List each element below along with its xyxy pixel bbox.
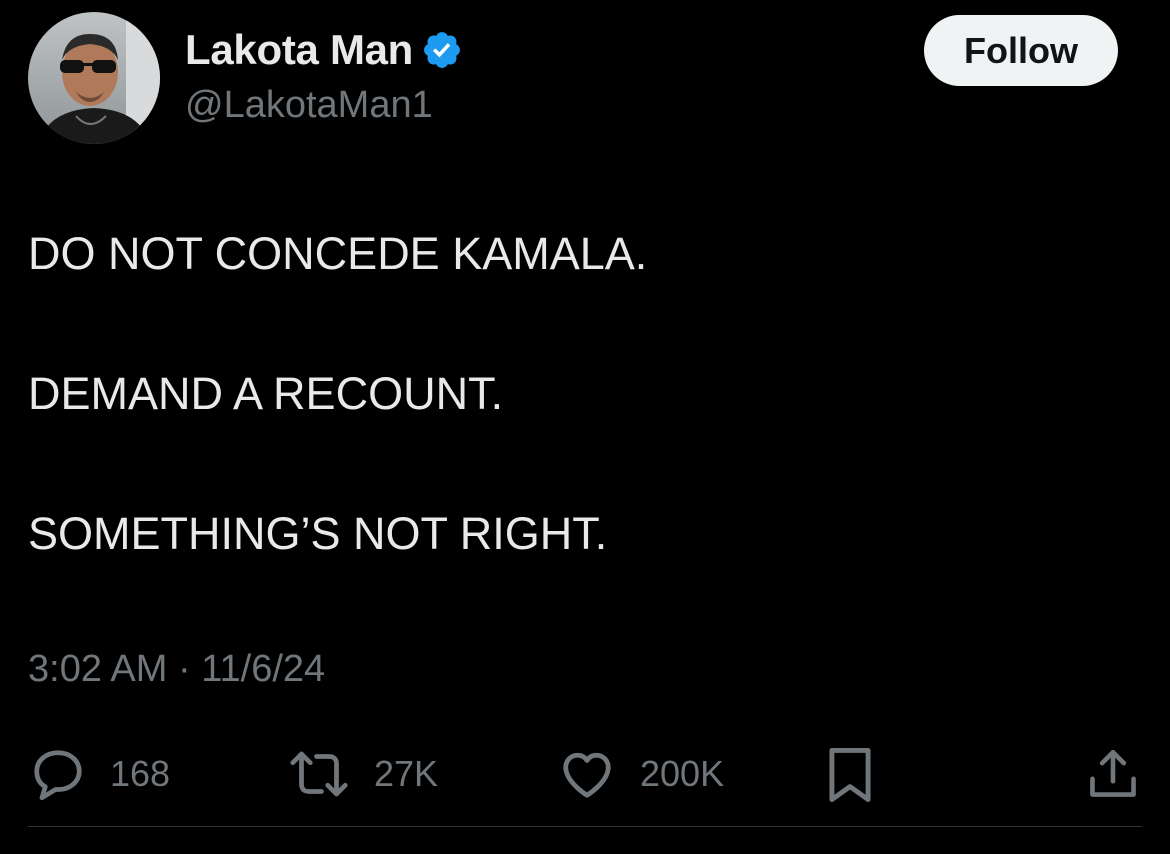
tweet-card: Lakota Man @LakotaMan1 Follow DO NOT CON… xyxy=(0,0,1170,854)
tweet-text-line: DEMAND A RECOUNT. xyxy=(28,368,504,419)
tweet-text-line: SOMETHING’S NOT RIGHT. xyxy=(28,508,608,559)
share-icon xyxy=(1090,749,1136,797)
repost-count: 27K xyxy=(374,753,439,794)
bookmark-icon xyxy=(829,748,871,802)
follow-button[interactable]: Follow xyxy=(924,15,1118,86)
display-name-text: Lakota Man xyxy=(185,26,414,73)
tweet-timestamp[interactable]: 3:02 AM · 11/6/24 xyxy=(28,648,325,691)
user-handle[interactable]: @LakotaMan1 xyxy=(185,84,433,127)
display-name[interactable]: Lakota Man xyxy=(185,26,463,74)
reply-count: 168 xyxy=(110,753,171,794)
repost-button[interactable]: 27K xyxy=(286,744,438,804)
repost-icon xyxy=(290,751,348,797)
bookmark-button[interactable] xyxy=(823,744,877,806)
avatar[interactable] xyxy=(28,12,160,144)
divider xyxy=(28,826,1142,827)
like-icon xyxy=(563,752,611,798)
tweet-text-line: DO NOT CONCEDE KAMALA. xyxy=(28,228,648,279)
like-count: 200K xyxy=(640,753,725,794)
reply-icon xyxy=(34,750,82,801)
verified-badge-icon[interactable] xyxy=(421,29,463,71)
share-button[interactable] xyxy=(1084,744,1142,804)
reply-button[interactable]: 168 xyxy=(28,744,170,804)
like-button[interactable]: 200K xyxy=(556,744,724,804)
avatar-photo xyxy=(28,12,160,144)
